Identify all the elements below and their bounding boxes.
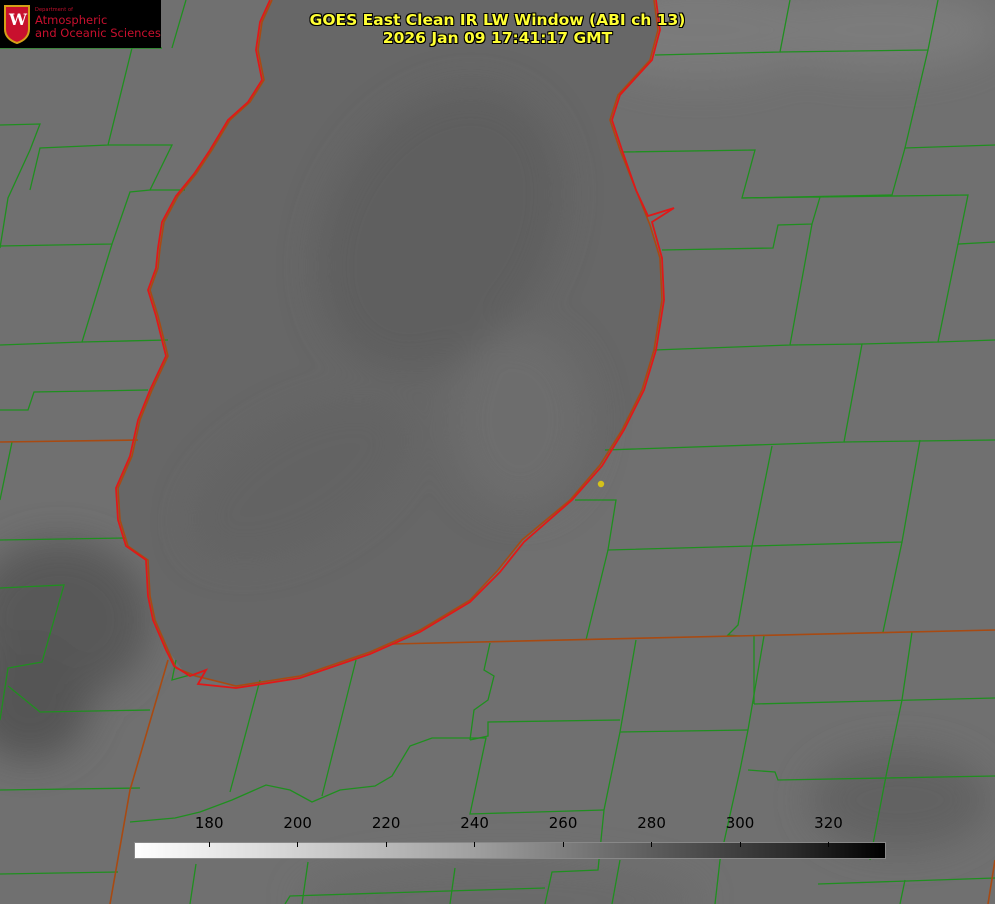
location-marker bbox=[597, 480, 605, 488]
satellite-map bbox=[0, 0, 995, 904]
logo-line2: and Oceanic Sciences bbox=[35, 26, 161, 40]
colorbar-tick-label: 280 bbox=[637, 814, 666, 832]
temperature-colorbar bbox=[134, 842, 886, 859]
colorbar-tick-mark bbox=[739, 842, 741, 847]
satellite-image-viewer: W Department of Atmospheric and Oceanic … bbox=[0, 0, 995, 904]
colorbar-tick-label: 320 bbox=[814, 814, 843, 832]
uw-aos-logo: W Department of Atmospheric and Oceanic … bbox=[0, 0, 161, 48]
colorbar-tick-mark bbox=[208, 842, 210, 847]
colorbar-tick-mark bbox=[651, 842, 653, 847]
colorbar-tick-label: 300 bbox=[725, 814, 755, 832]
colorbar-tick-mark bbox=[562, 842, 564, 847]
colorbar-tick-mark bbox=[827, 842, 829, 847]
crest-letter: W bbox=[9, 10, 27, 29]
colorbar-tick-label: 180 bbox=[194, 814, 224, 832]
colorbar-tick-label: 220 bbox=[371, 814, 401, 832]
colorbar-tick-mark bbox=[474, 842, 476, 847]
colorbar-tick-label: 200 bbox=[283, 814, 312, 832]
colorbar-tick-mark bbox=[297, 842, 299, 847]
colorbar-tick-label: 240 bbox=[460, 814, 489, 832]
colorbar-tick-label: 260 bbox=[548, 814, 578, 832]
colorbar-tick-mark bbox=[385, 842, 387, 847]
